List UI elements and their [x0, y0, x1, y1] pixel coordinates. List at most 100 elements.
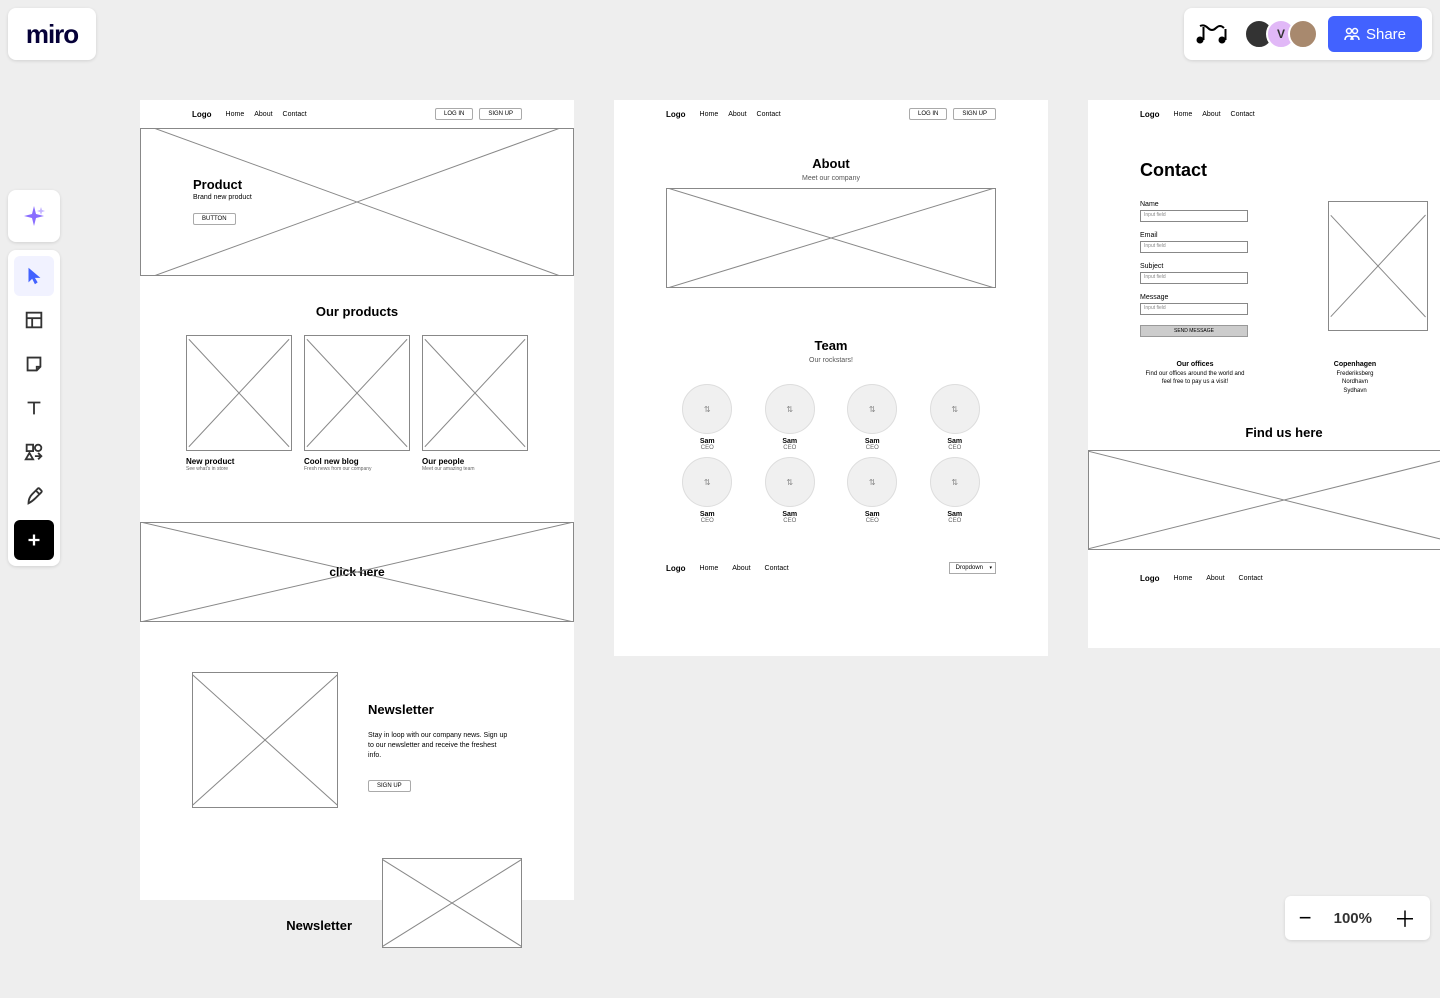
wf-product-card: New product See what's in store — [186, 335, 292, 472]
wf-nav-home: Home — [700, 111, 719, 118]
board-canvas[interactable]: Logo Home About Contact LOG IN SIGN UP P… — [140, 100, 1440, 960]
wf-nav-contact: Contact — [1231, 111, 1255, 118]
wf-label-message: Message — [1140, 294, 1248, 301]
wf-offices-row: Our offices Find our offices around the … — [1140, 361, 1428, 395]
avatar-placeholder: ⇅ — [765, 457, 815, 507]
wf-team-role: CEO — [666, 445, 749, 451]
wf-nav-contact: Contact — [757, 111, 781, 118]
text-tool[interactable] — [14, 388, 54, 428]
wf-team-member: ⇅SamCEO — [666, 457, 749, 524]
wf-office-lines: Frederiksberg Nordhavn Sydhavn — [1300, 370, 1410, 395]
wf-team-role: CEO — [666, 518, 749, 524]
app-logo: miro — [26, 19, 78, 50]
wireframe-home-page[interactable]: Logo Home About Contact LOG IN SIGN UP P… — [140, 100, 574, 900]
wf-findus-title: Find us here — [1088, 425, 1440, 440]
wf-team-name: Sam — [749, 438, 832, 445]
wf-nav-about: About — [254, 111, 272, 118]
wf-team-role: CEO — [831, 518, 914, 524]
wf-newsletter-body: Stay in loop with our company news. Sign… — [368, 731, 508, 760]
wf-nav-home: Home — [226, 111, 245, 118]
avatar[interactable] — [1288, 19, 1318, 49]
wf-nav-about: About — [732, 565, 750, 572]
wf-label-name: Name — [1140, 201, 1248, 208]
wf-login-button: LOG IN — [435, 108, 473, 120]
wf-nav-contact: Contact — [1239, 575, 1263, 582]
ai-tool[interactable] — [8, 190, 60, 242]
wf-banner: click here — [140, 522, 574, 622]
wf-product-sub: Meet our amazing team — [422, 466, 528, 472]
wf-nav-home: Home — [700, 565, 719, 572]
wf-label-email: Email — [1140, 232, 1248, 239]
wf-input-subject: Input field — [1140, 272, 1248, 284]
shapes-tool[interactable] — [14, 432, 54, 472]
wf-offices-title: Our offices — [1140, 361, 1250, 368]
avatar-placeholder: ⇅ — [847, 457, 897, 507]
wf-team-member: ⇅SamCEO — [831, 384, 914, 451]
app-logo-card[interactable]: miro — [8, 8, 96, 60]
avatar-placeholder: ⇅ — [765, 384, 815, 434]
wf-newsletter2-title: Newsletter — [286, 918, 352, 933]
wf-footer-dropdown: Dropdown — [949, 562, 996, 574]
wf-logo: Logo — [192, 110, 212, 119]
left-toolbar — [8, 250, 60, 566]
wf-nav-about: About — [1206, 575, 1224, 582]
reactions-button[interactable] — [1194, 22, 1234, 46]
wf-logo: Logo — [666, 110, 686, 119]
wf-footer: Logo Home About Contact Dropdown — [614, 554, 1048, 582]
avatar-placeholder: ⇅ — [930, 384, 980, 434]
wf-team-member: ⇅SamCEO — [666, 384, 749, 451]
wf-header: Logo Home About Contact — [1088, 100, 1440, 128]
wf-nav-contact: Contact — [765, 565, 789, 572]
frame-icon — [23, 309, 45, 331]
wf-hero-button: BUTTON — [193, 213, 236, 225]
wireframe-about-page[interactable]: Logo Home About Contact LOG IN SIGN UP A… — [614, 100, 1048, 656]
wf-product-title: Cool new blog — [304, 457, 410, 466]
wf-send-button: SEND MESSAGE — [1140, 325, 1248, 337]
wf-team-member: ⇅SamCEO — [831, 457, 914, 524]
wf-newsletter-row: Newsletter Stay in loop with our company… — [140, 622, 574, 858]
avatar-placeholder: ⇅ — [930, 457, 980, 507]
wf-logo: Logo — [1140, 574, 1160, 583]
placeholder-image — [304, 335, 410, 451]
wf-team-name: Sam — [914, 511, 997, 518]
avatar-placeholder: ⇅ — [682, 384, 732, 434]
wf-hero-sub: Brand new product — [193, 194, 252, 201]
cursor-tool[interactable] — [14, 256, 54, 296]
placeholder-image — [192, 672, 338, 808]
wf-input-message: Input field — [1140, 303, 1248, 315]
wf-team-name: Sam — [831, 438, 914, 445]
wf-signup-button: SIGN UP — [479, 108, 522, 120]
wf-nav-home: Home — [1174, 575, 1193, 582]
placeholder-image — [1088, 450, 1440, 550]
wf-header: Logo Home About Contact LOG IN SIGN UP — [614, 100, 1048, 128]
share-button[interactable]: Share — [1328, 16, 1422, 52]
placeholder-image — [382, 858, 522, 948]
wf-hero-title: Product — [193, 177, 252, 192]
add-tool[interactable] — [14, 520, 54, 560]
wf-nav-about: About — [1202, 111, 1220, 118]
wf-hero-image: Product Brand new product BUTTON — [140, 128, 574, 276]
sticky-tool[interactable] — [14, 344, 54, 384]
wf-product-sub: Fresh news from our company — [304, 466, 410, 472]
placeholder-image — [666, 188, 996, 288]
wf-team-role: CEO — [749, 518, 832, 524]
wf-header: Logo Home About Contact LOG IN SIGN UP — [140, 100, 574, 128]
wf-team-name: Sam — [749, 511, 832, 518]
wf-team-role: CEO — [831, 445, 914, 451]
wf-product-sub: See what's in store — [186, 466, 292, 472]
pen-tool[interactable] — [14, 476, 54, 516]
wf-newsletter-row-2: Newsletter — [140, 858, 574, 998]
wf-nav-home: Home — [1174, 111, 1193, 118]
music-note-icon — [1194, 22, 1234, 46]
presence-avatars[interactable]: V — [1244, 19, 1318, 49]
wf-input-email: Input field — [1140, 241, 1248, 253]
wf-input-name: Input field — [1140, 210, 1248, 222]
pen-icon — [23, 485, 45, 507]
wf-banner-label: click here — [141, 565, 573, 579]
frame-tool[interactable] — [14, 300, 54, 340]
wf-product-title: New product — [186, 457, 292, 466]
wireframe-contact-page[interactable]: Logo Home About Contact Contact Name Inpu… — [1088, 100, 1440, 648]
wf-nav-about: About — [728, 111, 746, 118]
wf-offices-sub: Find our offices around the world and fe… — [1140, 370, 1250, 387]
sparkle-icon — [22, 204, 46, 228]
